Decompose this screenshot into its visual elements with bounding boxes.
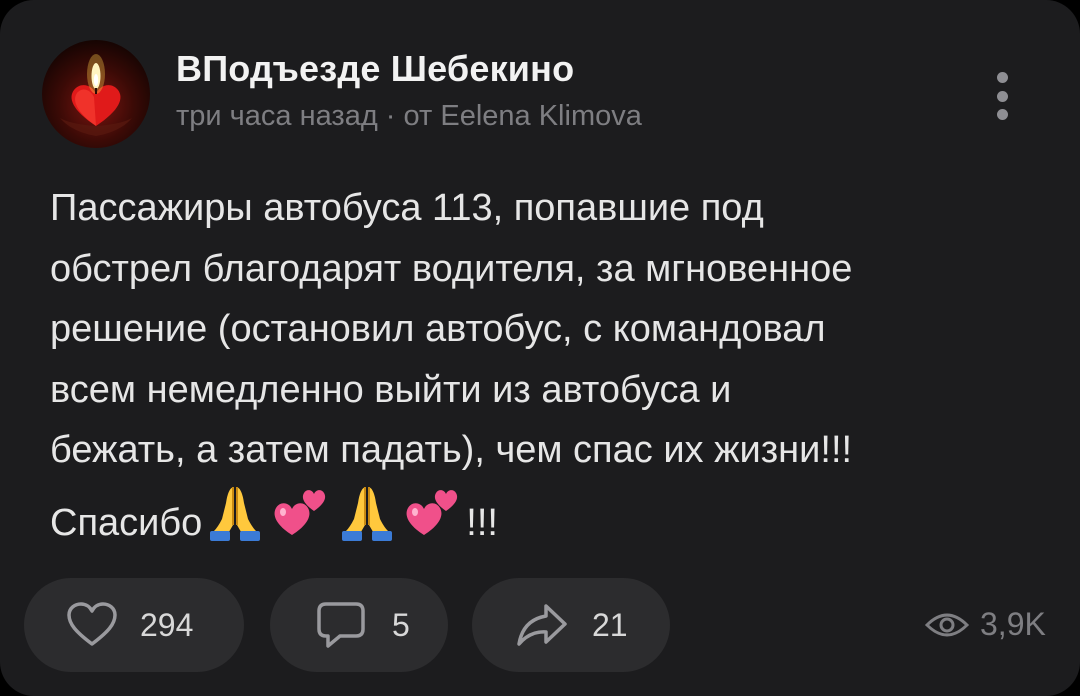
like-count: 294: [140, 606, 194, 643]
post-text: Пассажиры автобуса 113, попавшие под обс…: [50, 178, 1050, 544]
post-card: ВПодъезде Шебекино три часа назад · от E…: [0, 0, 1080, 696]
share-icon: [517, 604, 567, 646]
thanks-text: Спасибо: [50, 501, 203, 544]
comment-button[interactable]: 5: [270, 578, 448, 672]
views-counter: 3,9K: [924, 606, 1046, 643]
post-text-line: решение (остановил автобус, с командовал: [50, 308, 826, 350]
eye-icon: [924, 613, 970, 636]
views-count: 3,9K: [980, 606, 1046, 642]
more-icon-dot: [996, 109, 1008, 120]
post-meta: три часа назад · от Eelena Klimova: [176, 100, 642, 132]
more-options-button[interactable]: [982, 66, 1022, 126]
comment-count: 5: [392, 606, 410, 643]
group-avatar[interactable]: [42, 40, 150, 148]
folded-hands-icon: [204, 481, 266, 562]
post-text-line: бежать, а затем падать), чем спас их жиз…: [50, 429, 853, 471]
group-name-link[interactable]: ВПодъезде Шебекино: [176, 48, 574, 90]
more-icon-dot: [996, 90, 1008, 102]
comment-icon: [317, 602, 365, 648]
candle-heart-image: [60, 54, 132, 136]
share-count: 21: [592, 606, 628, 643]
heart-icon: [67, 602, 117, 646]
two-hearts-icon: [402, 481, 464, 562]
like-button[interactable]: 294: [24, 578, 244, 672]
more-icon-dot: [996, 72, 1008, 83]
share-button[interactable]: 21: [472, 578, 670, 672]
post-text-last-line: Спасибо !!!: [50, 481, 1050, 544]
post-text-line: всем немедленно выйти из автобуса и: [50, 368, 732, 411]
two-hearts-icon: [270, 481, 332, 562]
thanks-suffix: !!!: [466, 501, 498, 544]
post-text-line: обстрел благодарят водителя, за мгновенн…: [50, 247, 853, 290]
post-text-line: Пассажиры автобуса 113, попавшие под: [50, 187, 764, 229]
folded-hands-icon: [336, 481, 398, 562]
